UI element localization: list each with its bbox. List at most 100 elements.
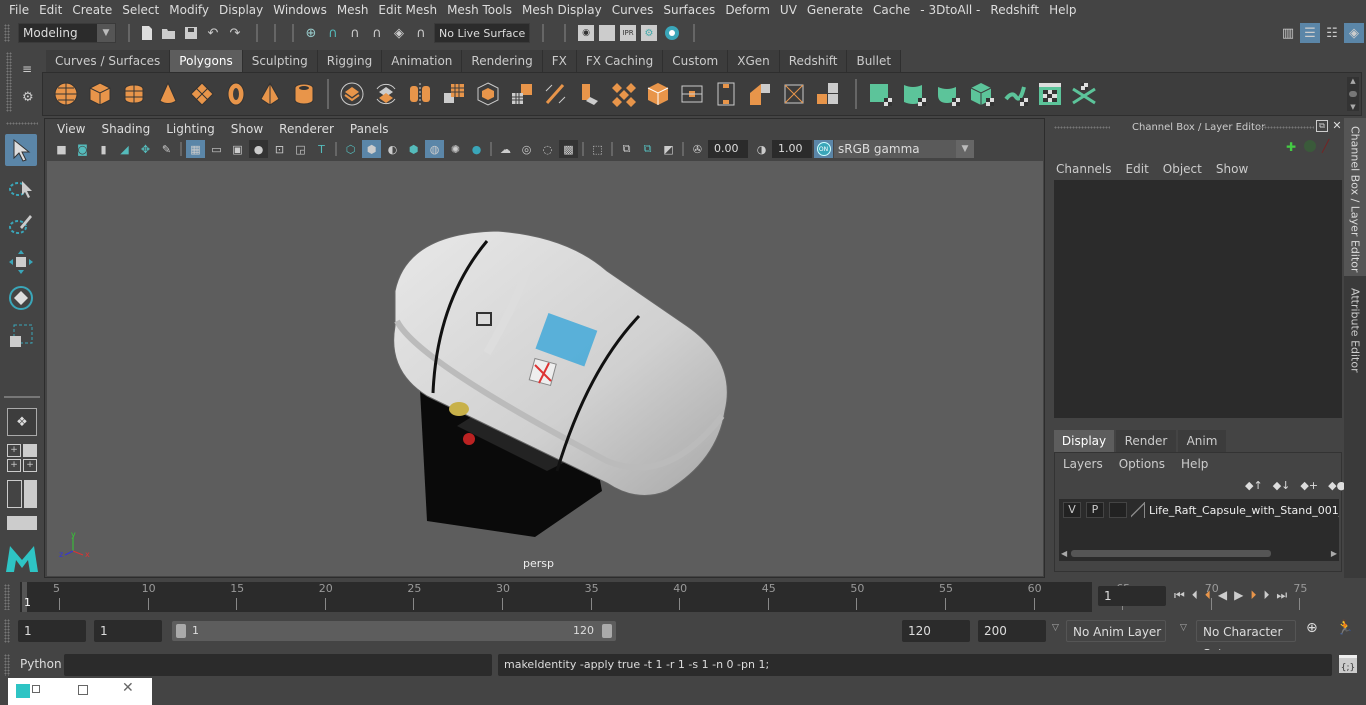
color-space-dropdown[interactable]: sRGB gamma ▼ <box>834 140 974 158</box>
panel-menu-shading[interactable]: Shading <box>93 122 158 136</box>
go-to-end-icon[interactable]: ⏭ <box>1276 588 1287 603</box>
menu-show[interactable]: Show <box>1216 162 1248 176</box>
poly-cube-icon[interactable] <box>86 80 114 108</box>
safe-title-icon[interactable]: T <box>312 140 331 158</box>
menu-display[interactable]: Display <box>214 0 268 20</box>
panel-menu-panels[interactable]: Panels <box>342 122 397 136</box>
scroll-thumb[interactable] <box>1071 549 1272 557</box>
shelf-tab-fx-caching[interactable]: FX Caching <box>576 50 664 72</box>
menu-file[interactable]: File <box>4 0 34 20</box>
menu-redshift[interactable]: Redshift <box>985 0 1044 20</box>
snap-to-view-plane-icon[interactable]: ∩ <box>367 23 387 43</box>
menu-set-dropdown[interactable]: Modeling ▼ <box>18 23 116 43</box>
menu-help[interactable]: Help <box>1044 0 1081 20</box>
menu-uv[interactable]: UV <box>775 0 802 20</box>
move-layer-up-icon[interactable]: ◆↑ <box>1245 479 1263 492</box>
poly-cone-icon[interactable] <box>154 80 182 108</box>
select-camera-icon[interactable]: ■ <box>52 140 71 158</box>
use-all-lights-icon[interactable]: ✺ <box>446 140 465 158</box>
hypershade-icon[interactable] <box>662 23 682 43</box>
poly-cylinder-icon[interactable] <box>120 80 148 108</box>
layer-playback-toggle[interactable]: P <box>1086 502 1104 518</box>
anim-layer-chevron-icon[interactable]: ▽ <box>1052 623 1059 633</box>
scroll-left-icon[interactable]: ◀ <box>1061 549 1067 558</box>
close-icon[interactable]: ✕ <box>122 680 134 696</box>
uv-contour-stretch-icon[interactable] <box>1002 80 1030 108</box>
uv-editor-icon[interactable] <box>1036 80 1064 108</box>
layer-display-type-toggle[interactable] <box>1109 502 1127 518</box>
layer-visibility-toggle[interactable]: V <box>1063 502 1081 518</box>
move-layer-down-icon[interactable]: ◆↓ <box>1273 479 1291 492</box>
move-tool[interactable] <box>5 246 37 278</box>
resolution-gate-icon[interactable]: ▣ <box>228 140 247 158</box>
playback-start-field[interactable]: 1 <box>94 620 162 642</box>
menu-object[interactable]: Object <box>1163 162 1202 176</box>
exposure-field[interactable]: 0.00 <box>708 140 748 158</box>
four-view-layout-button[interactable]: + + + <box>7 444 37 472</box>
rotate-tool[interactable] <box>5 282 37 314</box>
poly-pipe-icon[interactable] <box>290 80 318 108</box>
offset-edge-loop-icon[interactable] <box>712 80 740 108</box>
shelf-tab-rigging[interactable]: Rigging <box>317 50 383 72</box>
depth-of-field-icon[interactable]: ▩ <box>559 140 578 158</box>
bookmark-icon[interactable]: ▮ <box>94 140 113 158</box>
textured-icon[interactable]: ◍ <box>425 140 444 158</box>
ipr-render-icon[interactable]: IPR <box>620 25 636 41</box>
shelf-tab-bullet[interactable]: Bullet <box>847 50 902 72</box>
camera-attributes-icon[interactable]: ◙ <box>73 140 92 158</box>
poly-torus-icon[interactable] <box>222 80 250 108</box>
separate-icon[interactable] <box>372 80 400 108</box>
close-panel-icon[interactable]: ✕ <box>1331 120 1343 132</box>
hyper-icon[interactable]: ╱ <box>1322 139 1329 153</box>
shelf-tab-sculpting[interactable]: Sculpting <box>242 50 318 72</box>
play-backward-icon[interactable]: ◀ <box>1218 588 1227 603</box>
channel-list[interactable] <box>1054 180 1342 418</box>
drag-handle[interactable] <box>4 584 10 610</box>
render-current-frame-icon[interactable] <box>599 25 615 41</box>
menu-mesh-display[interactable]: Mesh Display <box>517 0 607 20</box>
drag-handle[interactable] <box>6 122 38 125</box>
snap-to-curve-icon[interactable]: ∩ <box>323 23 343 43</box>
graph-editor-layout-button[interactable] <box>7 516 37 530</box>
menu-edit[interactable]: Edit <box>34 0 67 20</box>
shelf-tab-curves-surfaces[interactable]: Curves / Surfaces <box>46 50 171 72</box>
grease-pencil-icon[interactable]: ✎ <box>157 140 176 158</box>
bridge-icon[interactable] <box>610 80 638 108</box>
modeling-toolkit-icon[interactable]: ▥ <box>1278 23 1298 43</box>
shelf-scroll[interactable]: ▲ ▼ <box>1347 77 1359 111</box>
smooth-shade-icon[interactable]: ⬢ <box>362 140 381 158</box>
use-default-material-icon[interactable]: ◐ <box>383 140 402 158</box>
save-scene-icon[interactable] <box>181 23 201 43</box>
insert-edge-loop-icon[interactable] <box>678 80 706 108</box>
image-plane-icon[interactable]: ◢ <box>115 140 134 158</box>
drag-handle[interactable] <box>4 654 10 676</box>
animation-start-field[interactable]: 1 <box>18 620 86 642</box>
menu-edit[interactable]: Edit <box>1126 162 1149 176</box>
scroll-right-icon[interactable]: ▶ <box>1331 549 1337 558</box>
shelf-tab-rendering[interactable]: Rendering <box>462 50 543 72</box>
float-panel-icon[interactable]: ⧉ <box>1316 120 1328 132</box>
menu-curves[interactable]: Curves <box>607 0 659 20</box>
menu-layers[interactable]: Layers <box>1063 457 1103 471</box>
append-to-polygon-icon[interactable] <box>746 80 774 108</box>
isolate-select-icon[interactable]: ⬚ <box>588 140 607 158</box>
current-frame-field[interactable]: 1 <box>1098 586 1166 606</box>
paint-select-tool[interactable] <box>5 208 37 240</box>
restore-icon[interactable] <box>32 685 40 693</box>
menu-generate[interactable]: Generate <box>802 0 868 20</box>
tab-anim[interactable]: Anim <box>1178 430 1226 452</box>
layer-row[interactable]: V P Life_Raft_Capsule_with_Stand_001_la <box>1059 501 1339 519</box>
layer-list-scrollbar[interactable]: ◀ ▶ <box>1061 547 1337 559</box>
xray-active-components-icon[interactable]: ⧉ <box>638 140 657 158</box>
live-surface-field[interactable]: No Live Surface <box>434 23 530 43</box>
drag-handle[interactable] <box>1258 126 1314 129</box>
menu-3dtoall[interactable]: - 3DtoAll - <box>915 0 985 20</box>
panel-menu-view[interactable]: View <box>49 122 93 136</box>
make-live-icon[interactable]: ∩ <box>411 23 431 43</box>
menu-edit-mesh[interactable]: Edit Mesh <box>373 0 442 20</box>
grid-toggle-icon[interactable]: ▦ <box>186 140 205 158</box>
menu-options[interactable]: Options <box>1119 457 1165 471</box>
gate-mask-icon[interactable]: ● <box>249 140 268 158</box>
layer-name[interactable]: Life_Raft_Capsule_with_Stand_001_la <box>1149 504 1339 517</box>
menu-select[interactable]: Select <box>117 0 164 20</box>
